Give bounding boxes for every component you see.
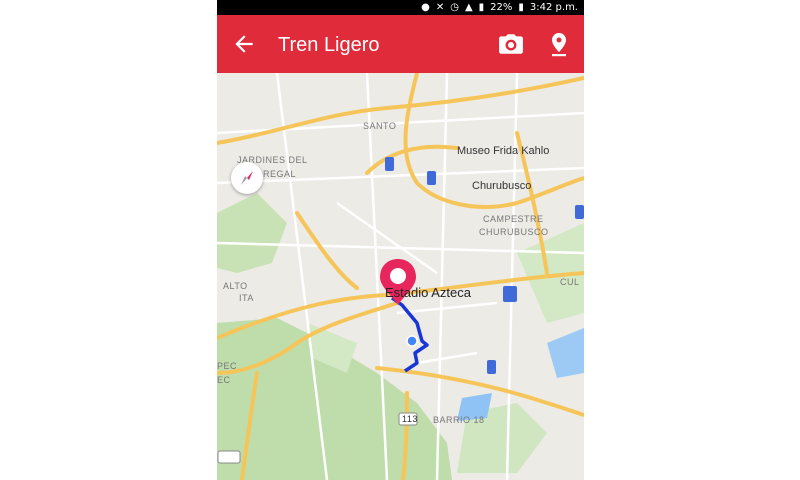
map-label-culhuacan: CUL <box>560 277 580 287</box>
page-title: Tren Ligero <box>278 34 380 56</box>
map-view[interactable]: JARDINES DEL PEDREGAL Museo Frida Kahlo … <box>217 71 584 480</box>
signal-status-icon: ▮ <box>478 2 485 13</box>
mute-status-icon: ✕ <box>435 2 445 13</box>
map-label-ita: ITA <box>239 293 254 303</box>
camera-icon[interactable] <box>498 32 524 56</box>
battery-text: 22% <box>490 2 513 13</box>
alarm-status-icon: ◷ <box>450 2 459 13</box>
map-label-santo: SANTO <box>363 121 397 131</box>
battery-icon: ▮ <box>518 2 524 13</box>
location-status-icon: ● <box>421 2 430 13</box>
phone-screen: ● ✕ ◷ ▲ ▮ 22% ▮ 3:42 p.m. Tren Ligero JA… <box>217 0 584 480</box>
map-label-estadio-azteca: Estadio Azteca <box>385 285 471 300</box>
map-label-alto: ALTO <box>223 281 248 291</box>
current-location-dot <box>406 335 418 347</box>
road-shield-113: 113 <box>402 414 418 424</box>
location-pin-icon[interactable] <box>547 32 571 58</box>
map-label-campestre: CAMPESTRE <box>483 214 544 224</box>
map-canvas <box>217 71 584 480</box>
map-label-museo: Museo Frida Kahlo <box>457 145 550 157</box>
map-label-barrio: BARRIO 18 <box>433 415 485 425</box>
clock-text: 3:42 p.m. <box>529 2 578 13</box>
arrow-left-icon[interactable] <box>231 31 257 57</box>
map-label-pec: PEC <box>217 361 238 371</box>
map-label-churubusco: Churubusco <box>472 180 532 192</box>
status-icons: ● ✕ ◷ ▲ ▮ 22% ▮ 3:42 p.m. <box>421 0 578 15</box>
compass-button[interactable] <box>231 162 263 194</box>
compass-icon <box>241 171 253 185</box>
status-bar: ● ✕ ◷ ▲ ▮ 22% ▮ 3:42 p.m. <box>217 0 584 15</box>
wifi-status-icon: ▲ <box>464 2 473 13</box>
map-label-ec: EC <box>217 375 231 385</box>
map-label-campestre-churubusco: CHURUBUSCO <box>479 227 549 237</box>
app-bar: Tren Ligero <box>217 15 584 73</box>
